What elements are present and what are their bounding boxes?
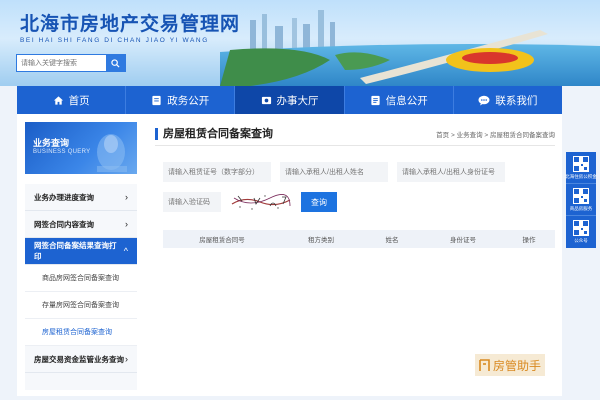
content-header: 房屋租赁合同备案查询 首页 > 业务查询 > 房屋租赁合同备案查询 [155,122,555,146]
sidebar-item-label: 业务办理进度查询 [34,192,94,202]
sidebar-subitem-lease[interactable]: 房屋租赁合同备案查询 [25,319,137,346]
sidebar-subitem-label: 存量房网签合同备案查询 [42,302,119,309]
nav-item-info[interactable]: 信息公开 [345,86,454,114]
nav-label: 联系我们 [495,94,538,107]
query-form-row-1 [163,162,505,182]
sidebar-subitem-label: 房屋租赁合同备案查询 [42,329,112,336]
nav-item-contact[interactable]: 联系我们 [454,86,562,114]
qr-code-icon [573,220,589,236]
table-header-cell: 姓名 [385,237,399,244]
main-nav: 首页 政务公开 办事大厅 信息公开 联系我们 [17,86,562,114]
sidebar-spacer [25,174,137,184]
sidebar-item-filing-result[interactable]: 网签合同备案结果查询打印 ^ [25,238,137,265]
watermark: 房管助手 [475,354,546,376]
qr-item-official-account[interactable]: 公众号 [566,216,596,248]
sidebar-item-contract-content[interactable]: 网签合同内容查询 › [25,211,137,238]
nav-item-government[interactable]: 政务公开 [126,86,236,114]
table-header-cell: 身份证号 [450,237,476,244]
nav-item-service-hall[interactable]: 办事大厅 [235,86,345,114]
qr-item-commercial[interactable]: 商品房服务 [566,184,596,216]
qr-label: 商品房服务 [569,205,593,211]
sidebar-title: 业务查询 [33,138,70,148]
nav-label: 首页 [68,94,90,107]
sidebar-subitem-existing[interactable]: 存量房网签合同备案查询 [25,292,137,319]
sidebar-item-progress-query[interactable]: 业务办理进度查询 › [25,184,137,211]
chevron-right-icon: › [125,219,128,229]
sidebar-subtitle: BUSINESS QUERY [33,149,91,155]
home-icon [53,95,63,105]
search-button[interactable] [106,55,125,71]
info-icon [371,95,380,105]
sidebar-subitem-commercial[interactable]: 商品房网签合同备案查询 [25,265,137,292]
page-title: 房屋租赁合同备案查询 [155,127,273,140]
site-subtitle: BEI HAI SHI FANG DI CHAN JIAO YI WANG [20,37,209,44]
chat-icon [478,95,490,105]
content-area: 房屋租赁合同备案查询 首页 > 业务查询 > 房屋租赁合同备案查询 请输入租赁证… [155,122,555,248]
nav-item-home[interactable]: 首页 [17,86,127,114]
query-form-row-2: 查询 [163,192,337,212]
captcha-input[interactable] [163,192,221,212]
house-manager-icon [479,358,490,371]
nav-label: 信息公开 [385,94,428,107]
captcha-icon [231,194,291,210]
site-header: 北海市房地产交易管理网 BEI HAI SHI FANG DI CHAN JIA… [0,0,600,86]
qr-panel: 北海住房公积金 商品房服务 公众号 [565,152,597,248]
party-id-input[interactable] [397,162,505,182]
qr-label: 北海住房公积金 [565,173,597,179]
captcha-image[interactable] [230,192,292,212]
qr-code-icon [573,187,589,204]
sidebar-item-fund-supervision[interactable]: 房屋交易资金监管业务查询 › [25,346,137,373]
sidebar-subitem-label: 商品房网签合同备案查询 [42,275,119,282]
party-name-input[interactable] [280,162,388,182]
qr-code-icon [573,155,589,172]
watermark-text: 房管助手 [493,358,542,373]
nav-label: 办事大厅 [276,94,319,107]
search-icon [111,58,120,68]
table-header-cell: 操作 [522,237,536,244]
chevron-up-icon: ^ [123,246,128,256]
search-input[interactable] [17,55,106,71]
sidebar-item-label: 房屋交易资金监管业务查询 [34,354,124,364]
results-table-header: 房屋租赁合同号 租方类别 姓名 身份证号 操作 [163,230,555,248]
hall-icon [261,96,271,104]
breadcrumb: 首页 > 业务查询 > 房屋租赁合同备案查询 [436,131,555,139]
sidebar-item-label: 网签合同备案结果查询打印 [34,241,117,261]
query-button[interactable]: 查询 [301,192,337,212]
table-header-cell: 租方类别 [308,237,334,244]
chevron-right-icon: › [125,192,128,202]
qr-item-housing-fund[interactable]: 北海住房公积金 [565,152,597,184]
site-title: 北海市房地产交易管理网 [20,13,241,35]
search-box [16,54,126,72]
sidebar-item-label: 网签合同内容查询 [34,219,94,229]
lease-number-input[interactable] [163,162,271,182]
document-icon [152,95,161,105]
sidebar-header: 业务查询 BUSINESS QUERY [25,122,137,174]
qr-label: 公众号 [574,238,588,243]
table-header-cell: 房屋租赁合同号 [199,237,245,244]
chevron-right-icon: › [125,354,128,364]
sidebar: 业务查询 BUSINESS QUERY 业务办理进度查询 › 网签合同内容查询 … [25,122,137,390]
nav-label: 政务公开 [167,94,210,107]
